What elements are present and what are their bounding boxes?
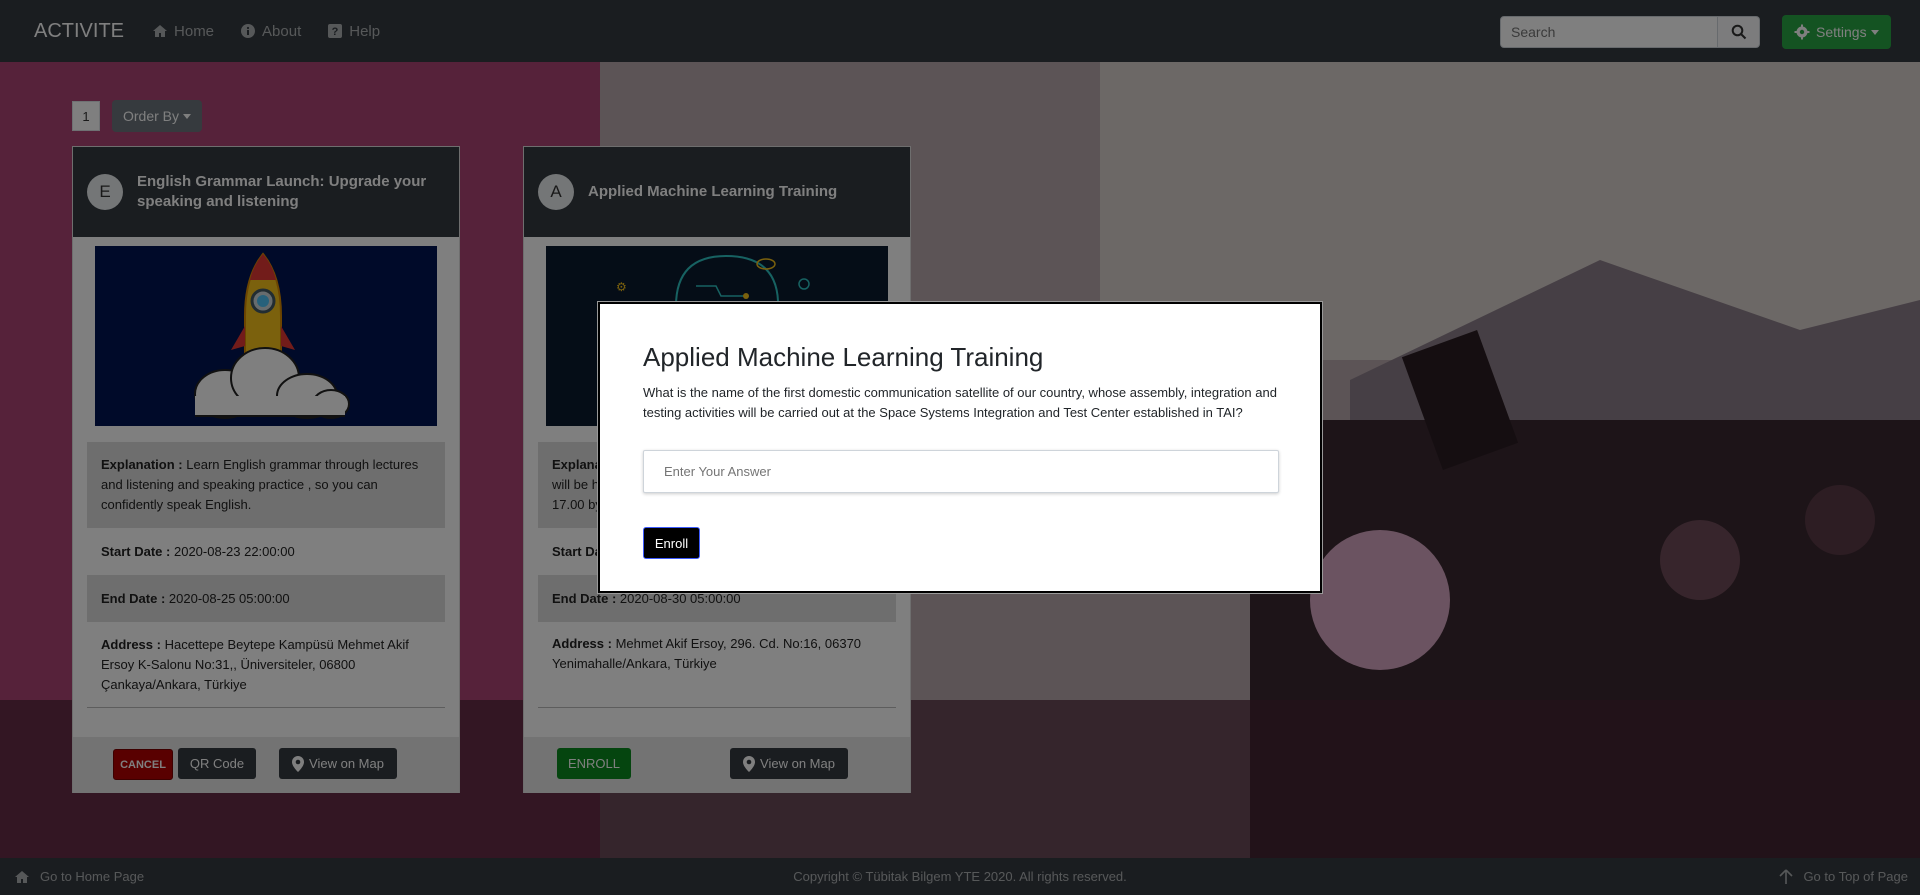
answer-input[interactable] xyxy=(643,450,1279,493)
modal-title: Applied Machine Learning Training xyxy=(643,342,1044,372)
modal-question: What is the name of the first domestic c… xyxy=(643,385,1277,420)
enroll-submit-button[interactable]: Enroll xyxy=(643,527,700,559)
enroll-modal: Applied Machine Learning Training What i… xyxy=(597,301,1323,594)
